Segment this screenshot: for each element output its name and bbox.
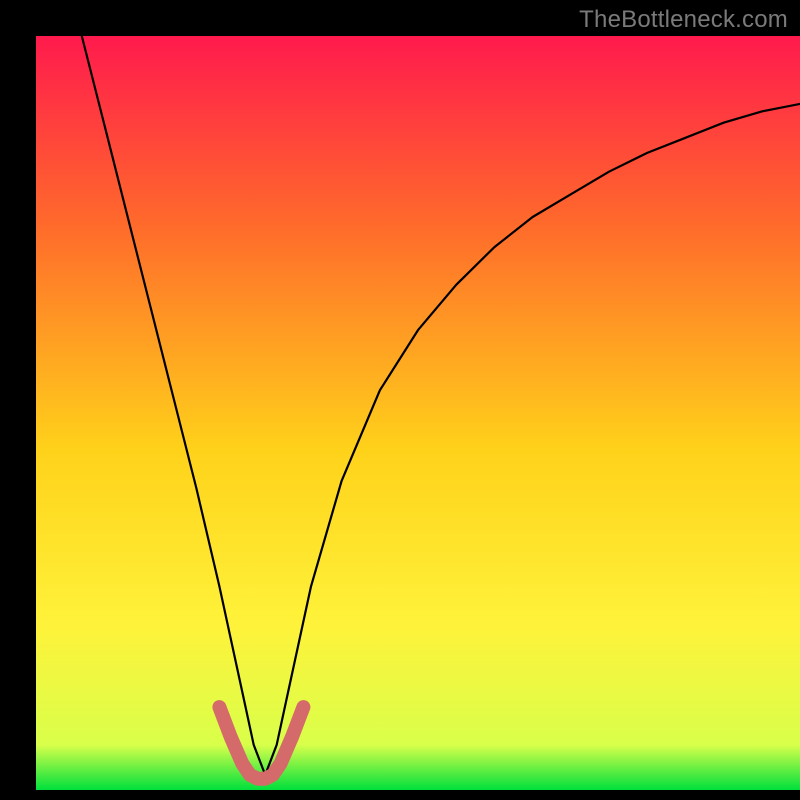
bottleneck-chart [0,0,800,800]
watermark-label: TheBottleneck.com [579,6,788,34]
chart-container: TheBottleneck.com [0,0,800,800]
plot-background [36,36,800,790]
